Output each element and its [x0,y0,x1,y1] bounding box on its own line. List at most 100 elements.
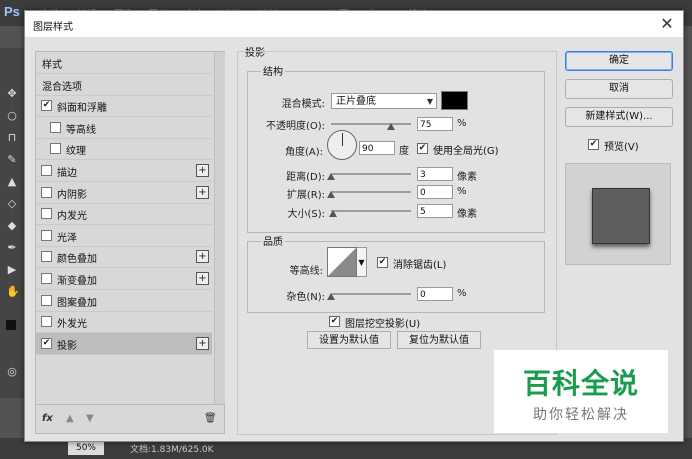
opacity-input[interactable]: 75 [417,117,453,131]
style-list-checkbox[interactable] [41,208,52,220]
knockout-checkbox[interactable]: ✔ [329,316,340,327]
size-unit: 像素 [457,209,477,220]
eraser-tool-icon[interactable]: ◇ [6,198,18,210]
angle-dial[interactable] [327,130,357,160]
zoom-level[interactable]: 50% [68,441,104,455]
style-list-checkbox[interactable] [41,229,52,241]
style-list-checkbox[interactable] [41,251,52,263]
style-list-item[interactable]: 描边 + [36,160,212,182]
dialog-titlebar[interactable]: 图层样式 ✕ [25,11,683,37]
noise-unit: % [457,288,467,299]
style-list-item[interactable]: 内阴影 + [36,182,212,204]
style-list-checkbox[interactable] [41,294,52,306]
angle-input[interactable]: 90 [359,141,395,155]
select-tool-icon[interactable]: ▶ [6,264,18,276]
style-list-item[interactable]: 样式 [36,52,212,74]
noise-slider-track[interactable] [331,293,411,295]
style-list-checkbox[interactable]: ✔ [41,337,52,349]
stamp-tool-icon[interactable]: ▲ [6,176,18,188]
trash-icon[interactable]: 🗑 [204,413,217,424]
hand-tool-icon[interactable]: ✋ [6,286,20,298]
reset-default-button[interactable]: 复位为默认值 [397,331,481,349]
style-list-item[interactable]: 内发光 [36,203,212,226]
antialias-label[interactable]: 消除锯齿(L) [393,256,446,271]
add-effect-icon[interactable]: + [196,185,209,199]
style-list-item-label: 内发光 [57,211,87,223]
preview-checkbox[interactable]: ✔ [588,139,599,150]
style-list-checkbox[interactable] [41,273,52,284]
quick-mask-icon[interactable]: ◎ [6,366,18,378]
chevron-down-icon: ▼ [426,97,433,106]
blend-mode-select[interactable]: 正片叠底 ▼ [331,93,437,109]
style-list-item[interactable]: 混合选项 [36,74,212,96]
move-down-icon[interactable]: ▼ [86,413,94,424]
contour-preview[interactable] [327,247,357,277]
style-list-item[interactable]: 外发光 [36,311,212,334]
lasso-tool-icon[interactable]: ○ [6,110,18,122]
contour-curve-icon [328,248,356,276]
global-light-label[interactable]: 使用全局光(G) [433,142,499,157]
spread-slider-track[interactable] [331,191,411,193]
add-effect-icon[interactable]: + [196,336,209,350]
style-list-item[interactable]: ✔ 投影 + [36,332,212,355]
blur-tool-icon[interactable]: ◆ [6,220,18,232]
noise-input[interactable]: 0 [417,287,453,301]
style-list-checkbox[interactable] [41,165,52,176]
set-default-button[interactable]: 设置为默认值 [307,331,391,349]
size-slider-track[interactable] [331,210,411,212]
fx-icon[interactable]: fx [42,413,53,424]
spread-unit: % [457,186,467,197]
tools-panel: ✥ ○ ⊓ ✎ ▲ ◇ ◆ ✒ ▶ ✋ ◎ [0,48,24,398]
foreground-color-swatch[interactable] [6,320,16,330]
add-effect-icon[interactable]: + [196,164,209,177]
opacity-slider-track[interactable] [331,123,411,125]
style-list-item[interactable]: 颜色叠加 + [36,246,212,269]
style-list-scrollbar[interactable] [214,52,225,404]
ok-button[interactable]: 确定 [565,51,673,71]
distance-input[interactable]: 3 [417,167,453,181]
move-up-icon[interactable]: ▲ [66,413,74,424]
style-list-item-label: 渐变叠加 [57,276,97,287]
add-effect-icon[interactable]: + [196,250,209,264]
shadow-color-swatch[interactable] [441,91,468,110]
structure-title: 结构 [261,63,285,78]
opacity-slider-thumb[interactable] [387,123,395,130]
style-list-checkbox[interactable] [41,186,52,198]
move-tool-icon[interactable]: ✥ [6,88,18,100]
style-list-item-label: 内阴影 [57,189,87,201]
cancel-button[interactable]: 取消 [565,79,673,99]
spread-input[interactable]: 0 [417,185,453,199]
noise-slider-thumb[interactable] [327,293,335,300]
distance-slider-track[interactable] [331,173,411,175]
close-icon[interactable]: ✕ [657,14,677,34]
distance-slider-thumb[interactable] [327,173,335,180]
style-list-item[interactable]: ✔ 斜面和浮雕 [36,95,212,118]
new-style-button[interactable]: 新建样式(W)... [565,107,673,127]
style-list-item[interactable]: 图案叠加 [36,290,212,312]
crop-tool-icon[interactable]: ⊓ [6,132,18,144]
add-effect-icon[interactable]: + [196,272,209,285]
style-list-checkbox[interactable] [41,316,52,328]
brush-tool-icon[interactable]: ✎ [6,154,18,166]
style-list-footer: fx ▲ ▼ 🗑 [36,404,224,434]
pen-tool-icon[interactable]: ✒ [6,242,18,254]
style-list-item[interactable]: 光泽 [36,225,212,247]
size-input[interactable]: 5 [417,204,453,218]
knockout-label[interactable]: 图层挖空投影(U) [345,315,420,330]
spread-slider-thumb[interactable] [327,191,335,198]
preview-label[interactable]: 预览(V) [604,138,639,153]
style-list-checkbox[interactable]: ✔ [41,100,52,112]
contour-dropdown-chevron-icon[interactable]: ▼ [357,247,367,277]
dialog-title: 图层样式 [33,22,73,33]
style-list-item[interactable]: 等高线 [36,117,212,139]
style-list-item-label: 光泽 [57,232,77,244]
style-list-checkbox[interactable] [50,143,61,155]
style-list-item[interactable]: 纹理 [36,138,212,161]
size-slider-thumb[interactable] [329,210,337,217]
antialias-checkbox[interactable]: ✔ [377,257,388,268]
style-list-checkbox[interactable] [50,121,61,133]
style-preview-area [565,163,671,265]
style-list-item[interactable]: 渐变叠加 + [36,268,212,290]
global-light-checkbox[interactable]: ✔ [417,143,428,154]
contour-label: 等高线: [289,266,323,277]
